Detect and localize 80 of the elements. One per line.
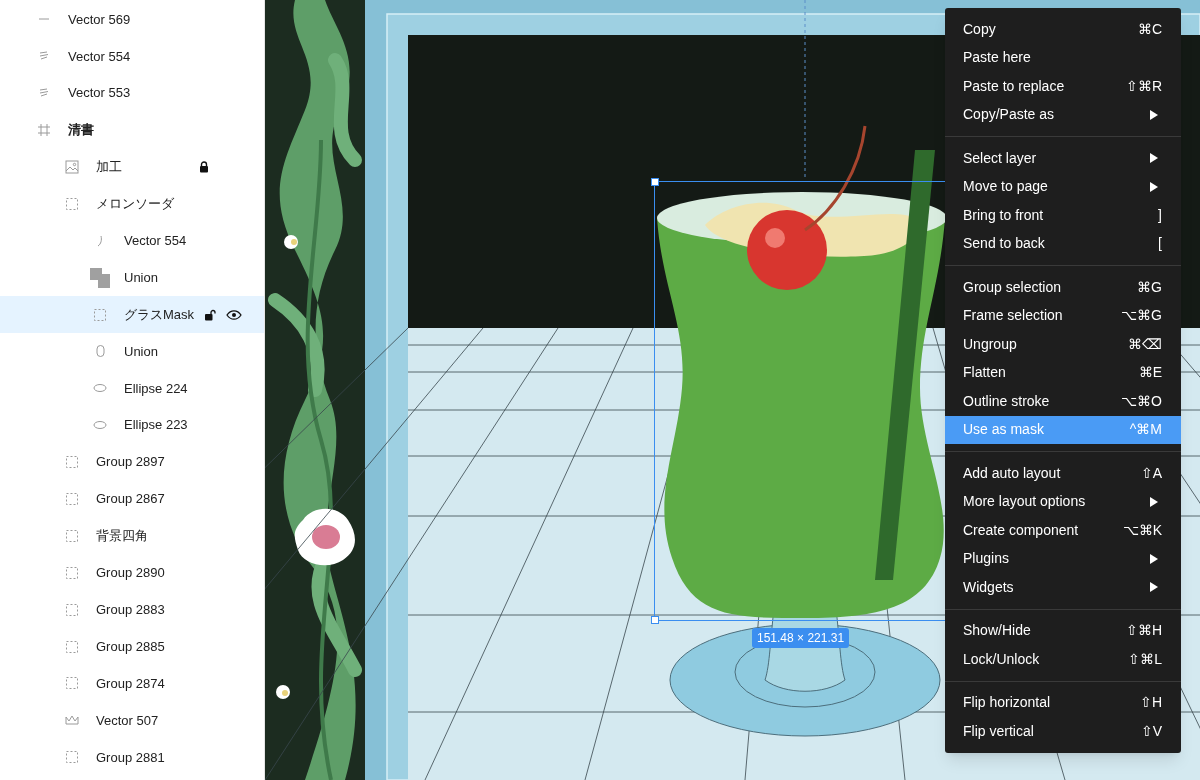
frame-icon [37,123,51,138]
eye-icon[interactable] [226,309,242,320]
dashed-frame-icon [65,492,79,506]
menu-item[interactable]: Paste to replace ⇧⌘R [945,72,1181,101]
layer-name: Group 2897 [96,453,165,472]
layer-name: メロンソーダ [96,195,174,214]
layer-name: 清書 [68,121,94,140]
layer-name: Vector 507 [96,711,159,730]
dashed-frame-icon [65,750,79,765]
layer-name: Ellipse 224 [124,379,188,398]
layer-name: Ellipse 223 [124,416,188,435]
shortcut-label: ⇧H [1139,693,1162,713]
shortcut-label: ⌥⌘O [1121,391,1162,411]
shortcut-label: ⌥⌘G [1121,306,1162,326]
layer-name: Group 2890 [96,564,165,583]
unlock-icon[interactable] [204,308,216,321]
shortcut-label: ⇧V [1140,721,1162,741]
layer-name: 背景四角 [96,527,148,546]
menu-item[interactable]: Paste here [945,43,1181,72]
menu-item[interactable]: Show/Hide ⇧⌘H [945,616,1181,645]
menu-item[interactable]: More layout options [945,487,1181,516]
menu-item[interactable]: Flip vertical ⇧V [945,717,1181,746]
dashed-frame-icon [93,307,107,322]
image-icon [65,160,79,174]
menu-item[interactable]: Send to back [ [945,229,1181,258]
menu-item[interactable]: Frame selection ⌥⌘G [945,301,1181,330]
size-label: 151.48 × 221.31 [752,628,850,648]
menu-item[interactable]: Flatten ⌘E [945,358,1181,387]
layer-name: Group 2885 [96,637,165,656]
menu-item[interactable]: Flip horizontal ⇧H [945,688,1181,717]
union-icon [90,267,110,288]
shortcut-label: ⇧⌘L [1128,649,1162,669]
menu-item[interactable]: Copy ⌘C [945,15,1181,44]
menu-item[interactable]: Widgets [945,573,1181,602]
menu-item[interactable]: Create component ⌥⌘K [945,516,1181,545]
menu-item[interactable]: Bring to front ] [945,201,1181,230]
layer-name: グラスMask [124,305,195,324]
shortcut-label: [ [1158,234,1162,254]
shortcut-label: ⌘⌫ [1128,334,1162,354]
menu-item[interactable]: Add auto layout ⇧A [945,459,1181,488]
menu-item[interactable]: Outline stroke ⌥⌘O [945,387,1181,416]
dashed-frame-icon [65,676,79,691]
shortcut-label: ⌘E [1138,363,1162,383]
layer-name: Group 2867 [96,490,165,509]
rounded-shape-icon [93,344,107,359]
shortcut-label: ] [1158,205,1162,225]
dashed-frame-icon [65,196,79,211]
layer-name: Group 2881 [96,748,165,767]
shortcut-label: ⌥⌘K [1122,520,1162,540]
menu-item[interactable]: Lock/Unlock ⇧⌘L [945,645,1181,674]
menu-item[interactable]: Ungroup ⌘⌫ [945,330,1181,359]
menu-item[interactable]: Move to page [945,172,1181,201]
layer-name: Union [124,268,158,287]
menu-item[interactable]: Group selection ⌘G [945,273,1181,302]
shortcut-label: ^⌘M [1129,420,1162,440]
layer-name: Vector 553 [68,84,131,103]
shortcut-label: ⌘G [1137,277,1162,297]
menu-item[interactable]: Plugins [945,544,1181,573]
shortcut-label: ⌘C [1137,19,1162,39]
menu-item[interactable]: Copy/Paste as [945,100,1181,129]
layer-name: 加工 [96,158,122,177]
shortcut-label: ⇧⌘R [1125,76,1162,96]
layer-name: Vector 554 [68,47,131,66]
layer-name: Group 2883 [96,600,165,619]
crown-icon [65,713,79,728]
dashed-frame-icon [65,602,79,617]
layer-name: Vector 554 [124,232,187,251]
dashed-frame-icon [65,528,79,543]
dashed-frame-icon [65,565,79,580]
menu-item[interactable]: Select layer [945,144,1181,173]
shortcut-label: ⇧⌘H [1125,621,1162,641]
dashed-frame-icon [65,455,79,470]
shortcut-label: ⇧A [1140,463,1162,483]
layer-name: Union [124,342,158,361]
layer-name: Group 2874 [96,674,165,693]
layer-name: Vector 569 [68,10,131,29]
layer-row[interactable]: グラスMask [0,296,264,333]
lock-icon[interactable] [199,161,209,173]
line-icon [39,18,49,21]
dashed-frame-icon [65,639,79,654]
